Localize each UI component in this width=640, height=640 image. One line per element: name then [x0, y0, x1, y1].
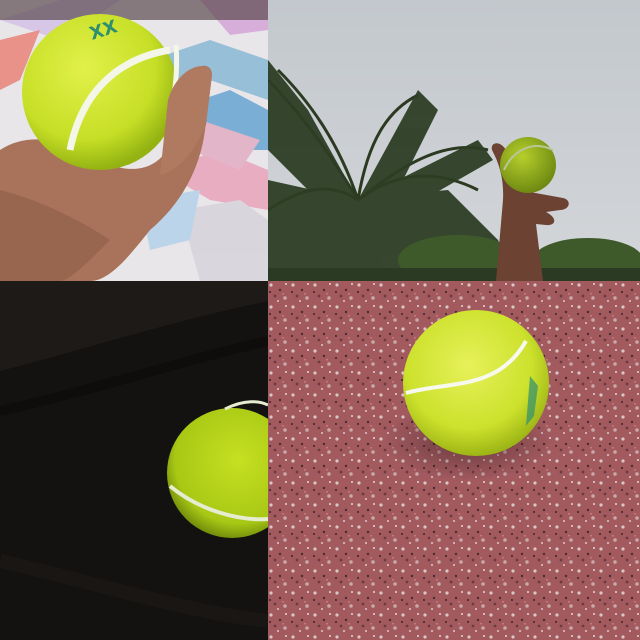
- photo-collage: XX: [0, 0, 640, 640]
- hand-on-bedsheet-photo: XX: [0, 0, 268, 281]
- panel-ball-on-granite: [268, 281, 640, 640]
- panel-hand-on-bedsheet: XX: [0, 0, 268, 281]
- panel-ball-on-dark-cloth: [0, 281, 268, 640]
- tennis-ball: [403, 310, 549, 456]
- panel-ball-raised-toward-sky: [268, 0, 640, 281]
- tennis-ball: [500, 137, 556, 193]
- ball-on-granite-photo: [268, 281, 640, 640]
- ball-on-dark-cloth-photo: [0, 281, 268, 640]
- ball-raised-toward-sky-photo: [268, 0, 640, 281]
